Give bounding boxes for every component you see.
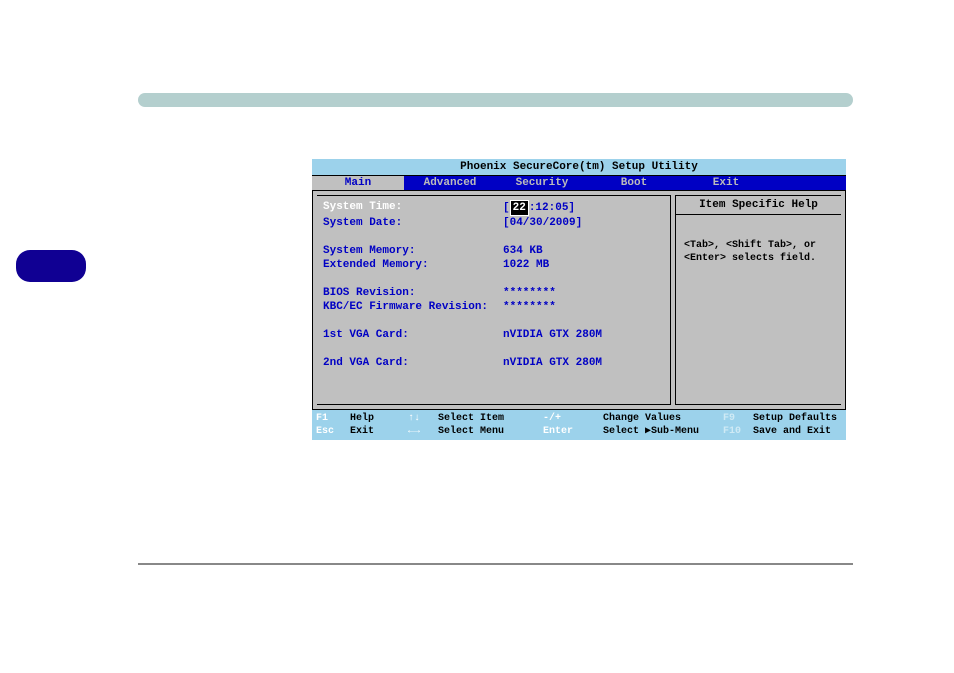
label-system-date: System Date: bbox=[323, 216, 503, 230]
tab-advanced[interactable]: Advanced bbox=[404, 176, 496, 190]
label-extended-memory: Extended Memory: bbox=[323, 258, 503, 272]
value-extended-memory: 1022 MB bbox=[503, 258, 549, 272]
label-select-submenu: Select ▶Sub-Menu bbox=[603, 425, 723, 438]
tab-exit[interactable]: Exit bbox=[680, 176, 772, 190]
label-save-exit: Save and Exit bbox=[753, 425, 842, 438]
label-kbc-revision: KBC/EC Firmware Revision: bbox=[323, 300, 503, 314]
time-bracket-open: [ bbox=[503, 202, 510, 214]
time-rest: :12:05] bbox=[529, 202, 575, 214]
key-enter: Enter bbox=[543, 425, 603, 438]
label-vga1: 1st VGA Card: bbox=[323, 328, 503, 342]
label-setup-defaults: Setup Defaults bbox=[753, 412, 842, 425]
value-vga2: nVIDIA GTX 280M bbox=[503, 356, 602, 370]
arrows-updown-icon: ↑↓ bbox=[408, 412, 438, 425]
bios-window: Phoenix SecureCore(tm) Setup Utility Mai… bbox=[312, 159, 846, 440]
arrows-leftright-icon: ←→ bbox=[408, 425, 438, 438]
content-area: System Time: [22:12:05] System Date: [04… bbox=[312, 191, 846, 409]
key-esc-label: Exit bbox=[350, 425, 408, 438]
key-plusminus: -/+ bbox=[543, 412, 603, 425]
help-body: <Tab>, <Shift Tab>, or <Enter> selects f… bbox=[676, 215, 841, 269]
key-legend: F1 Help ↑↓ Select Item -/+ Change Values… bbox=[312, 409, 846, 440]
value-vga1: nVIDIA GTX 280M bbox=[503, 328, 602, 342]
label-change-values: Change Values bbox=[603, 412, 723, 425]
side-badge bbox=[16, 250, 86, 282]
page-footer-rule bbox=[138, 563, 853, 565]
value-system-time[interactable]: [22:12:05] bbox=[503, 200, 575, 216]
label-system-time: System Time: bbox=[323, 200, 503, 216]
tab-main[interactable]: Main bbox=[312, 176, 404, 190]
key-f1-label: Help bbox=[350, 412, 408, 425]
bios-title: Phoenix SecureCore(tm) Setup Utility bbox=[312, 159, 846, 176]
label-system-memory: System Memory: bbox=[323, 244, 503, 258]
label-bios-revision: BIOS Revision: bbox=[323, 286, 503, 300]
value-system-memory: 634 KB bbox=[503, 244, 543, 258]
label-select-menu: Select Menu bbox=[438, 425, 543, 438]
tab-boot[interactable]: Boot bbox=[588, 176, 680, 190]
help-title: Item Specific Help bbox=[676, 196, 841, 215]
tab-security[interactable]: Security bbox=[496, 176, 588, 190]
main-panel: System Time: [22:12:05] System Date: [04… bbox=[317, 195, 671, 405]
key-f9: F9 bbox=[723, 412, 753, 425]
tab-bar: Main Advanced Security Boot Exit bbox=[312, 176, 846, 191]
time-hh-selected[interactable]: 22 bbox=[510, 200, 529, 216]
label-vga2: 2nd VGA Card: bbox=[323, 356, 503, 370]
value-bios-revision: ******** bbox=[503, 286, 556, 300]
key-esc: Esc bbox=[316, 425, 350, 438]
label-select-item: Select Item bbox=[438, 412, 543, 425]
value-system-date[interactable]: [04/30/2009] bbox=[503, 216, 582, 230]
key-f1: F1 bbox=[316, 412, 350, 425]
page-header-bar bbox=[138, 93, 853, 107]
help-panel: Item Specific Help <Tab>, <Shift Tab>, o… bbox=[675, 195, 841, 405]
value-kbc-revision: ******** bbox=[503, 300, 556, 314]
key-f10: F10 bbox=[723, 425, 753, 438]
